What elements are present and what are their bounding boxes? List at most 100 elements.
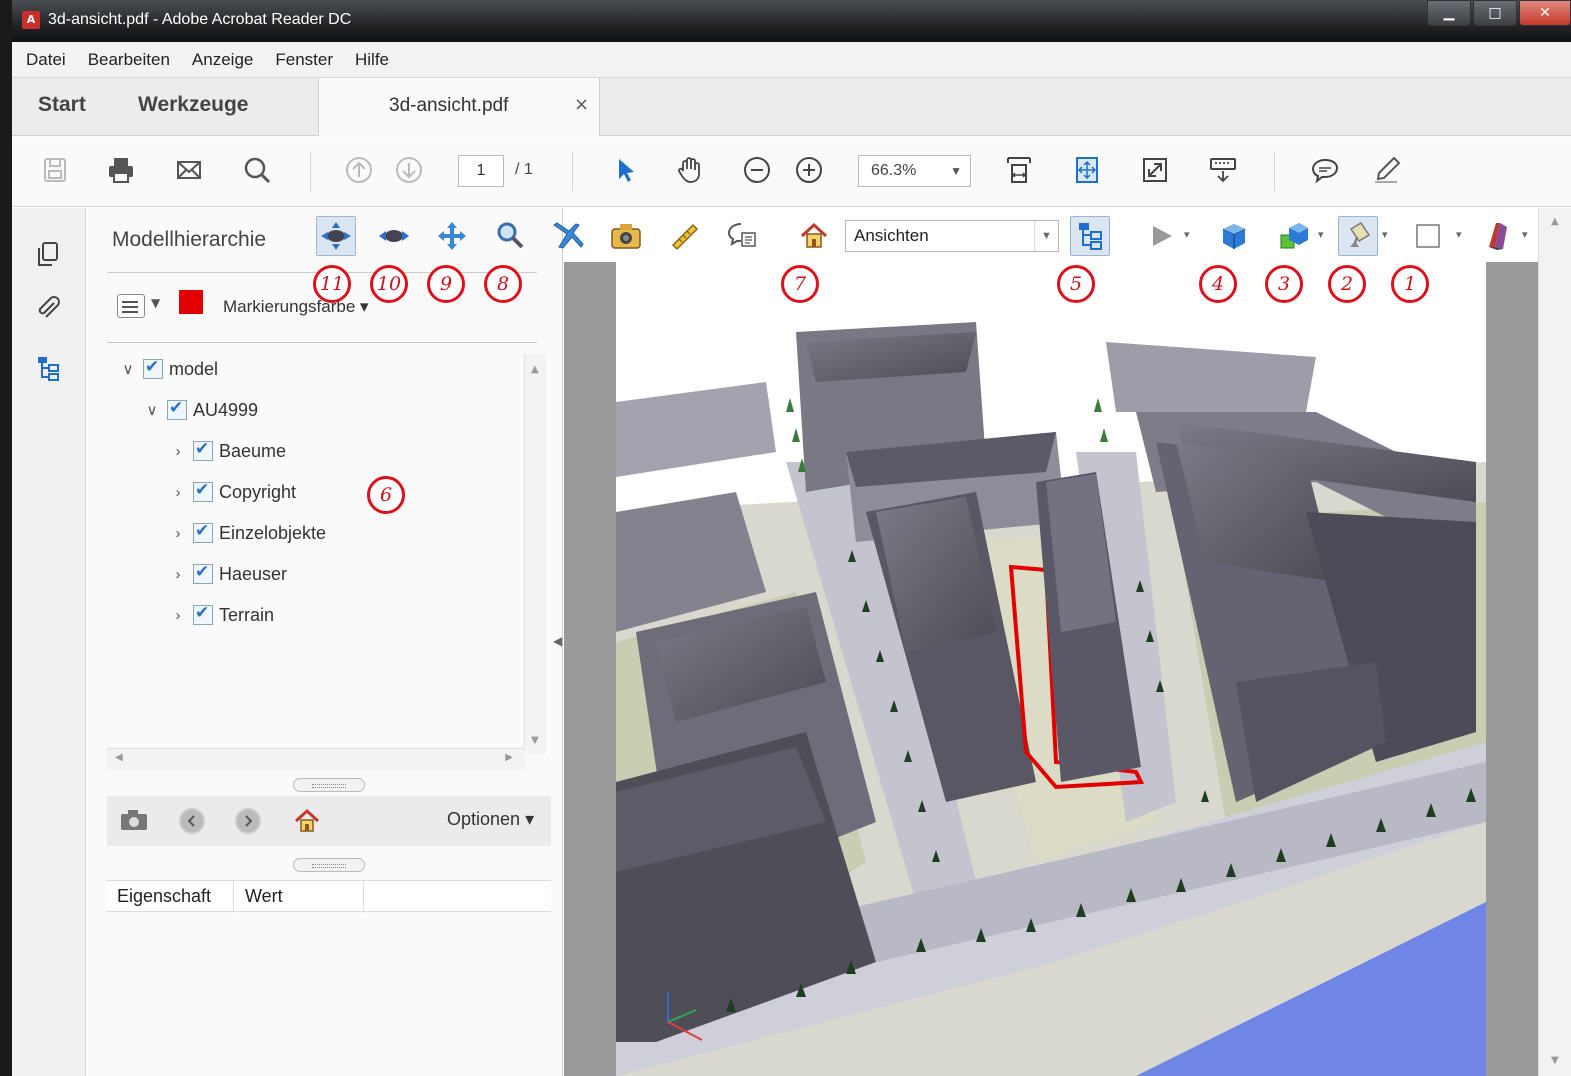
zoom-tool-icon[interactable] xyxy=(490,216,530,256)
chevron-down-icon[interactable]: ▾ xyxy=(1382,228,1388,241)
document-vertical-scrollbar[interactable]: ▲ ▼ xyxy=(1538,208,1571,1076)
chevron-down-icon[interactable]: ▾ xyxy=(1184,228,1190,241)
minimize-button[interactable]: ▁ xyxy=(1427,0,1471,26)
comment-icon[interactable] xyxy=(1308,153,1342,187)
close-tab-icon[interactable]: × xyxy=(574,94,589,115)
save-icon[interactable] xyxy=(38,153,72,187)
home-view-icon[interactable] xyxy=(293,807,321,835)
search-icon[interactable] xyxy=(240,153,274,187)
next-view-icon[interactable] xyxy=(235,808,261,834)
list-options-icon[interactable] xyxy=(117,294,145,318)
3d-model-view[interactable] xyxy=(616,262,1486,1076)
menu-anzeige[interactable]: Anzeige xyxy=(192,50,253,70)
column-wert[interactable]: Wert xyxy=(245,886,283,907)
chevron-down-icon[interactable]: ▾ xyxy=(1522,228,1528,241)
menu-fenster[interactable]: Fenster xyxy=(275,50,333,70)
marker-color-label[interactable]: Markierungsfarbe ▾ xyxy=(223,297,369,317)
cross-section-icon[interactable] xyxy=(1478,216,1518,256)
tree-node-haeuser[interactable]: › Haeuser xyxy=(167,559,287,589)
email-icon[interactable] xyxy=(172,153,206,187)
panel-splitter-handle[interactable] xyxy=(293,858,365,872)
select-arrow-icon[interactable] xyxy=(608,153,642,187)
menu-datei[interactable]: Datei xyxy=(26,50,66,70)
camera-properties-icon[interactable] xyxy=(606,216,646,256)
highlight-pen-icon[interactable] xyxy=(1370,153,1404,187)
acrobat-app-icon: A xyxy=(22,11,40,29)
collapse-panel-icon[interactable]: ◀ xyxy=(553,634,562,648)
chevron-right-icon[interactable]: › xyxy=(167,443,189,460)
fit-page-icon[interactable] xyxy=(1002,153,1036,187)
chevron-down-icon[interactable]: ∨ xyxy=(141,401,163,419)
camera-view-icon[interactable] xyxy=(119,806,151,834)
close-window-button[interactable]: ✕ xyxy=(1519,0,1571,26)
tree-horizontal-scrollbar[interactable]: ◀ ▶ xyxy=(107,748,525,770)
fly-tool-icon[interactable] xyxy=(548,216,588,256)
zoom-out-icon[interactable] xyxy=(740,153,774,187)
projection-mode-icon[interactable] xyxy=(1214,216,1254,256)
maximize-button[interactable]: □ xyxy=(1473,0,1517,26)
page-number-input[interactable]: 1 xyxy=(458,155,504,187)
measure-tool-icon[interactable] xyxy=(664,216,704,256)
spin-tool-icon[interactable] xyxy=(374,216,414,256)
model-tree: ∨ model ∨ AU4999 › Baeume › Copyright › Einze… xyxy=(107,354,527,754)
chevron-down-icon[interactable]: ▾ xyxy=(1318,228,1324,241)
play-animation-icon[interactable] xyxy=(1142,216,1182,256)
options-menu[interactable]: Optionen ▾ xyxy=(447,809,534,830)
tree-node-terrain[interactable]: › Terrain xyxy=(167,600,274,630)
model-tree-toggle-icon[interactable] xyxy=(1070,216,1110,256)
chevron-down-icon[interactable]: ▼ xyxy=(151,296,160,310)
print-icon[interactable] xyxy=(104,153,138,187)
hand-tool-icon[interactable] xyxy=(672,153,706,187)
rotate-tool-icon[interactable] xyxy=(316,216,356,256)
menu-hilfe[interactable]: Hilfe xyxy=(355,50,389,70)
previous-page-icon[interactable] xyxy=(342,153,376,187)
lighting-icon[interactable] xyxy=(1338,216,1378,256)
visibility-checkbox[interactable] xyxy=(193,439,213,461)
views-dropdown[interactable]: Ansichten ▼ xyxy=(845,220,1059,252)
page-thumbnails-icon[interactable] xyxy=(30,236,66,272)
panel-splitter-handle[interactable] xyxy=(293,778,365,792)
full-screen-icon[interactable] xyxy=(1138,153,1172,187)
tab-document[interactable]: 3d-ansicht.pdf × xyxy=(318,78,600,136)
tree-node-copyright[interactable]: › Copyright xyxy=(167,477,296,507)
zoom-in-icon[interactable] xyxy=(792,153,826,187)
chevron-right-icon[interactable]: › xyxy=(167,484,189,501)
background-color-icon[interactable] xyxy=(1408,216,1448,256)
visibility-checkbox[interactable] xyxy=(143,357,163,379)
visibility-checkbox[interactable] xyxy=(193,521,213,543)
chevron-right-icon[interactable]: › xyxy=(167,566,189,583)
marker-color-swatch[interactable] xyxy=(179,290,203,314)
fit-width-icon[interactable] xyxy=(1070,153,1104,187)
default-view-home-icon[interactable] xyxy=(794,216,834,256)
tree-node-einzelobjekte[interactable]: › Einzelobjekte xyxy=(167,518,326,548)
column-eigenschaft[interactable]: Eigenschaft xyxy=(117,886,211,907)
tree-node-au4999[interactable]: ∨ AU4999 xyxy=(141,395,258,425)
chevron-right-icon[interactable]: › xyxy=(167,525,189,542)
model-tree-icon[interactable] xyxy=(30,350,66,386)
menu-bearbeiten[interactable]: Bearbeiten xyxy=(88,50,170,70)
document-viewport[interactable] xyxy=(564,262,1571,1076)
tab-start[interactable]: Start xyxy=(38,93,86,117)
tree-node-baeume[interactable]: › Baeume xyxy=(167,436,286,466)
view-navigation-bar: Optionen ▾ xyxy=(107,796,551,846)
chevron-right-icon[interactable]: › xyxy=(167,607,189,624)
visibility-checkbox[interactable] xyxy=(193,480,213,502)
3d-toolbar: Ansichten ▼ ▾ ▾ ▾ ▾ ▾ xyxy=(308,212,1538,262)
previous-view-icon[interactable] xyxy=(179,808,205,834)
keyboard-input-icon[interactable] xyxy=(1206,153,1240,187)
visibility-checkbox[interactable] xyxy=(193,562,213,584)
next-page-icon[interactable] xyxy=(392,153,426,187)
3d-comment-icon[interactable] xyxy=(722,216,762,256)
visibility-checkbox[interactable] xyxy=(167,398,187,420)
pan-tool-icon[interactable] xyxy=(432,216,472,256)
attachments-icon[interactable] xyxy=(30,290,66,326)
callout-8: 8 xyxy=(484,265,522,303)
tree-node-model[interactable]: ∨ model xyxy=(117,354,218,384)
tab-werkzeuge[interactable]: Werkzeuge xyxy=(138,93,249,117)
zoom-level-select[interactable]: 66.3% ▼ xyxy=(858,155,971,187)
tree-vertical-scrollbar[interactable]: ▲ ▼ xyxy=(524,354,546,754)
model-render-mode-icon[interactable] xyxy=(1274,216,1314,256)
chevron-down-icon[interactable]: ▾ xyxy=(1456,228,1462,241)
visibility-checkbox[interactable] xyxy=(193,603,213,625)
chevron-down-icon[interactable]: ∨ xyxy=(117,360,139,378)
